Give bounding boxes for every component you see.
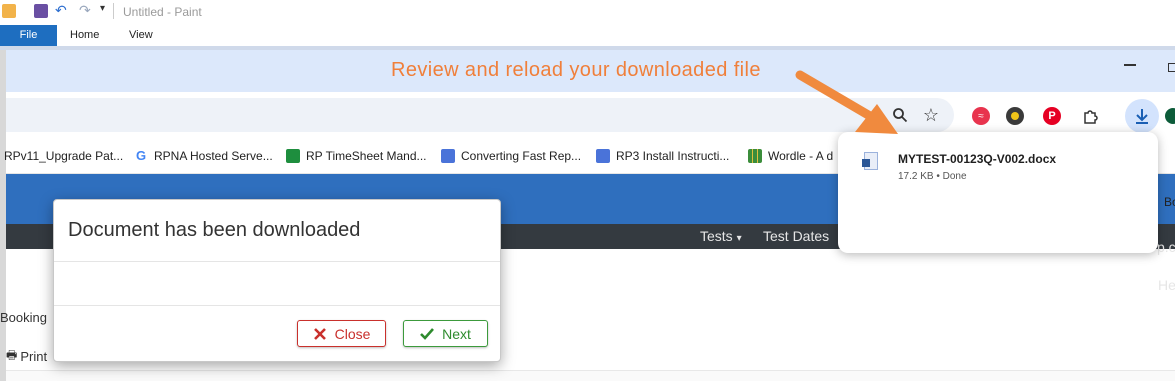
close-button-label: Close bbox=[334, 325, 371, 342]
download-dialog: Document has been downloaded Close Next bbox=[53, 199, 501, 362]
close-button[interactable]: Close bbox=[297, 320, 386, 347]
paint-ribbon-tabs: File Home View bbox=[0, 25, 1175, 46]
next-button-label: Next bbox=[442, 325, 471, 342]
undo-icon[interactable]: ↶ bbox=[55, 2, 67, 19]
dialog-divider bbox=[54, 305, 500, 306]
customize-qa-icon[interactable]: ▾ bbox=[100, 3, 105, 14]
screenshot-canvas: Review and reload your downloaded file ☆… bbox=[0, 50, 1175, 381]
tab-view[interactable]: View bbox=[129, 25, 153, 46]
paint-title-bar: ↶ ↷ ▾ Untitled - Paint bbox=[0, 0, 1175, 25]
dialog-title: Document has been downloaded bbox=[68, 219, 361, 241]
next-button[interactable]: Next bbox=[403, 320, 488, 347]
dialog-divider bbox=[54, 261, 500, 262]
checkmark-icon bbox=[420, 327, 435, 340]
title-divider bbox=[113, 3, 114, 19]
annotation-arrow bbox=[795, 70, 898, 134]
paint-app-icon bbox=[2, 4, 16, 18]
redo-icon[interactable]: ↷ bbox=[79, 2, 91, 19]
x-icon bbox=[313, 327, 326, 340]
save-icon[interactable] bbox=[34, 4, 48, 18]
tab-home[interactable]: Home bbox=[70, 25, 99, 46]
window-title: Untitled - Paint bbox=[123, 5, 202, 19]
tab-file[interactable]: File bbox=[0, 25, 57, 46]
